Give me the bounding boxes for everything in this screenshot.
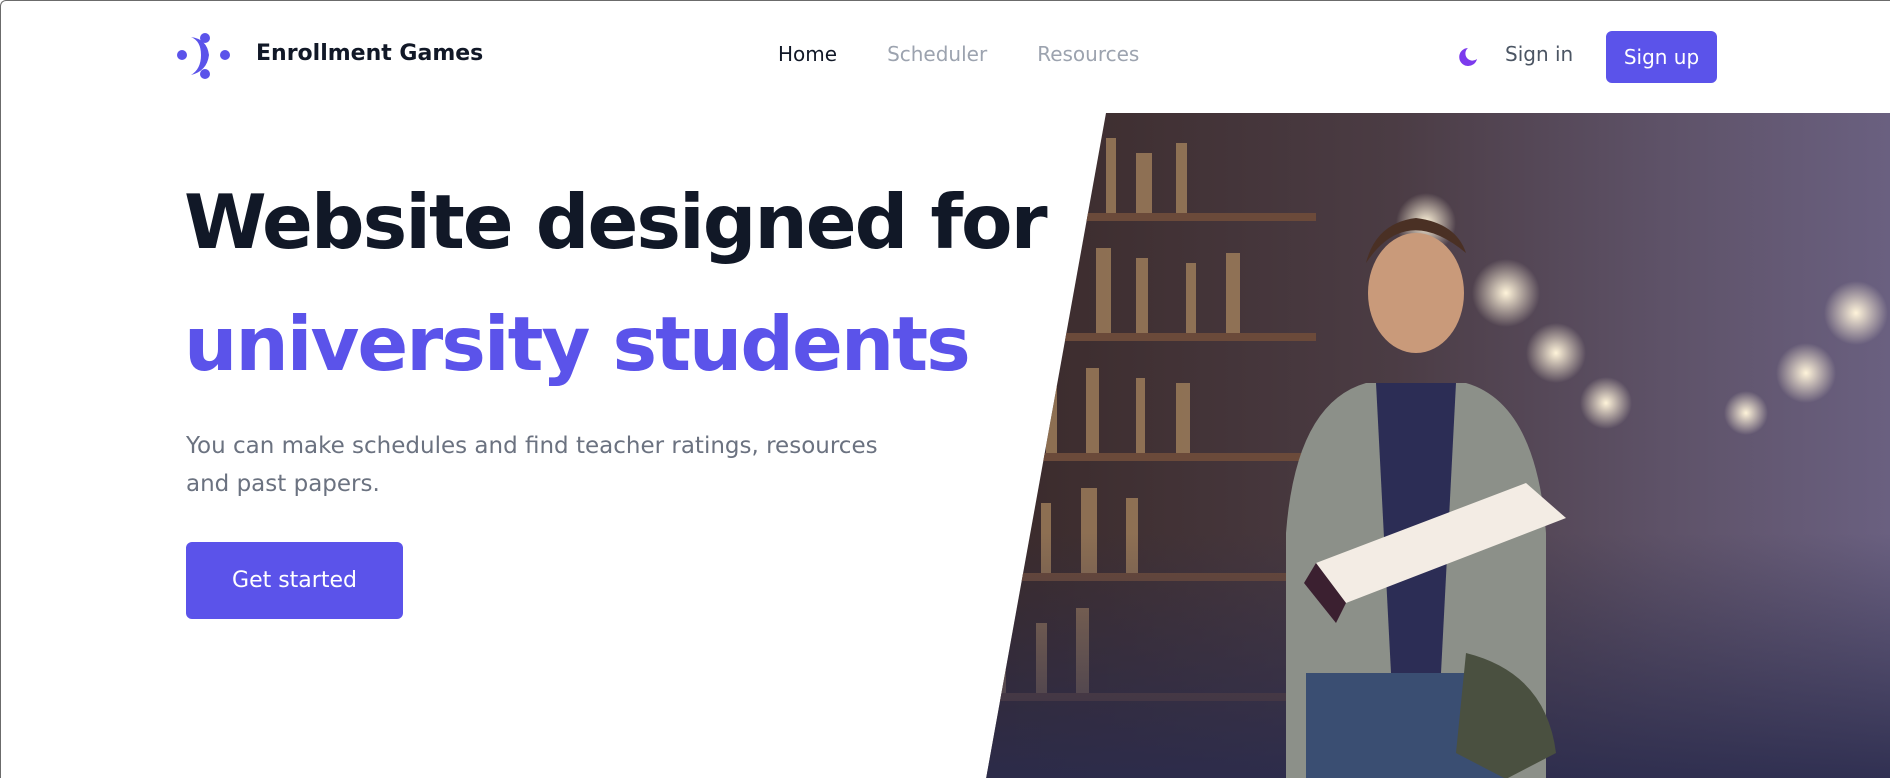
main-nav: Home Scheduler Resources <box>778 42 1139 66</box>
hero-title-line-2: university students <box>184 300 971 388</box>
brand-name[interactable]: Enrollment Games <box>256 41 483 66</box>
nav-home[interactable]: Home <box>778 42 837 66</box>
site-header: Enrollment Games Home Scheduler Resource… <box>1 1 1890 113</box>
nav-resources[interactable]: Resources <box>1037 42 1139 66</box>
brand-logo-icon[interactable] <box>177 31 231 81</box>
hero-image <box>986 113 1890 778</box>
get-started-button[interactable]: Get started <box>186 542 403 619</box>
sign-up-button[interactable]: Sign up <box>1606 31 1717 83</box>
page: Enrollment Games Home Scheduler Resource… <box>0 0 1890 778</box>
sign-in-link[interactable]: Sign in <box>1505 42 1573 66</box>
nav-scheduler[interactable]: Scheduler <box>887 42 987 66</box>
hero-subtitle: You can make schedules and find teacher … <box>186 433 878 497</box>
moon-icon[interactable] <box>1456 45 1480 69</box>
hero-title-line-1: Website designed for <box>184 178 1048 266</box>
